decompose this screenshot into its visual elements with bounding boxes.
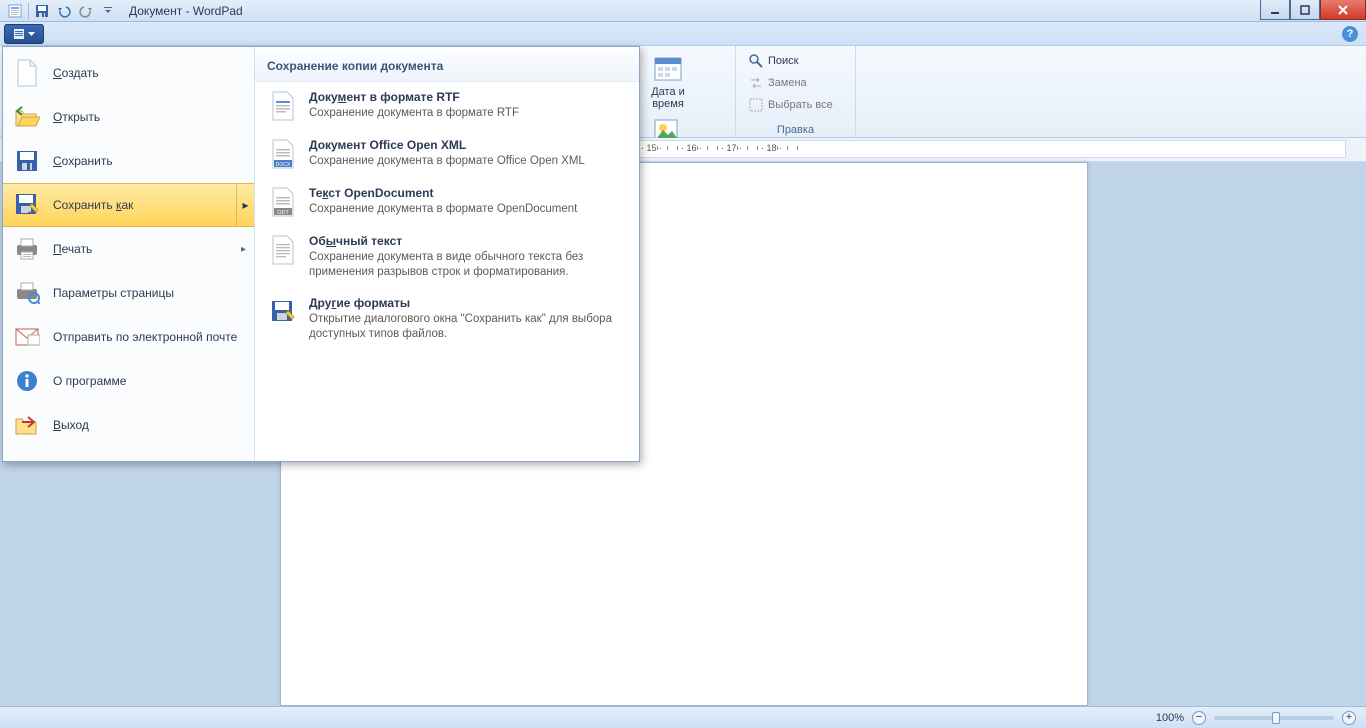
email-icon [13,323,41,351]
chevron-down-icon [28,32,35,37]
send-email-label: Отправить по электронной почте [53,330,237,344]
svg-text:ODT: ODT [277,210,289,216]
undo-icon[interactable] [55,2,73,20]
file-tab-button[interactable] [4,24,44,44]
app-icon[interactable] [6,2,24,20]
file-menu-icon [13,28,25,40]
odt-icon: ODT [269,186,297,218]
save-as-txt[interactable]: Обычный текст Сохранение документа в вид… [255,226,639,288]
edit-group-label: Правка [736,124,855,136]
save-icon [13,147,41,175]
datetime-label: Дата и время [647,86,689,110]
save-as-other-icon [269,296,297,328]
menu-item-save-as[interactable]: Сохранить как ▸ [3,183,254,227]
qat-dropdown-icon[interactable] [99,2,117,20]
submenu-arrow-icon: ▸ [236,184,254,226]
find-button[interactable]: Поиск [744,50,847,72]
menu-item-new[interactable]: Создать [3,51,254,95]
save-as-icon [13,191,41,219]
new-icon [13,59,41,87]
select-all-icon [748,97,764,113]
save-as-rtf[interactable]: Документ в формате RTF Сохранение докуме… [255,82,639,130]
menu-item-exit[interactable]: Выход [3,403,254,447]
window-buttons [1260,0,1366,20]
save-as-other[interactable]: Другие форматы Открытие диалогового окна… [255,288,639,350]
datetime-button[interactable]: Дата и время [647,52,689,110]
quick-access-toolbar [0,2,123,20]
ribbon-tab-strip: ? [0,22,1366,46]
zoom-slider[interactable] [1214,716,1334,720]
submenu-arrow-icon: ▸ [241,244,246,255]
menu-item-print[interactable]: Печать ▸ [3,227,254,271]
docx-icon: DOCX [269,138,297,170]
menu-item-send-email[interactable]: Отправить по электронной почте [3,315,254,359]
save-icon[interactable] [33,2,51,20]
replace-icon [748,75,764,91]
menu-item-about[interactable]: О программе [3,359,254,403]
info-icon [13,367,41,395]
save-as-odt[interactable]: ODT Текст OpenDocument Сохранение докуме… [255,178,639,226]
ribbon-group-edit: Поиск Замена Выбрать все Правка [736,46,856,138]
zoom-thumb[interactable] [1272,712,1280,724]
status-bar: 100% − + [0,706,1366,728]
maximize-button[interactable] [1290,0,1320,20]
txt-icon [269,234,297,266]
about-label: О программе [53,374,126,388]
menu-item-open[interactable]: Открыть [3,95,254,139]
page-setup-label: Параметры страницы [53,286,174,300]
redo-icon[interactable] [77,2,95,20]
file-menu-right: Сохранение копии документа Документ в фо… [255,47,639,461]
window-title: Документ - WordPad [129,4,243,18]
print-icon [13,235,41,263]
select-all-button[interactable]: Выбрать все [744,94,847,116]
svg-text:DOCX: DOCX [276,162,291,168]
exit-icon [13,411,41,439]
zoom-level: 100% [1156,712,1184,724]
file-menu: Создать Открыть Сохранить Сохранить как … [2,46,640,462]
rtf-icon [269,90,297,122]
menu-item-page-setup[interactable]: Параметры страницы [3,271,254,315]
open-icon [13,103,41,131]
zoom-in-button[interactable]: + [1342,711,1356,725]
minimize-button[interactable] [1260,0,1290,20]
page-setup-icon [13,279,41,307]
search-icon [748,53,764,69]
calendar-icon [652,52,684,84]
file-menu-left: Создать Открыть Сохранить Сохранить как … [3,47,255,461]
save-as-ooxml[interactable]: DOCX Документ Office Open XML Сохранение… [255,130,639,178]
close-button[interactable] [1320,0,1366,20]
help-button[interactable]: ? [1342,26,1358,42]
menu-item-save[interactable]: Сохранить [3,139,254,183]
save-as-header: Сохранение копии документа [255,53,639,82]
ribbon-group-insert: Дата и время Вставка объекта [638,46,736,138]
title-bar: Документ - WordPad [0,0,1366,22]
replace-button[interactable]: Замена [744,72,847,94]
zoom-out-button[interactable]: − [1192,711,1206,725]
